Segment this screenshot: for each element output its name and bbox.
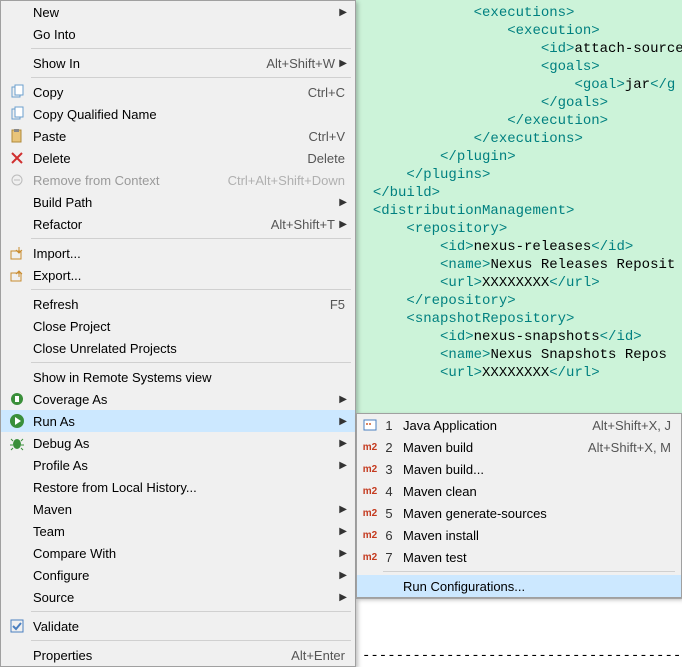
menu-separator bbox=[31, 48, 351, 49]
chevron-right-icon: ▶ bbox=[337, 197, 347, 208]
menu-remove-context: Remove from ContextCtrl+Alt+Shift+Down bbox=[1, 169, 355, 191]
maven-icon: m2 bbox=[359, 508, 381, 519]
chevron-right-icon: ▶ bbox=[337, 394, 347, 405]
chevron-right-icon: ▶ bbox=[337, 592, 347, 603]
menu-restore[interactable]: Restore from Local History... bbox=[1, 476, 355, 498]
editor-line: <name>Nexus Releases Reposit bbox=[356, 256, 682, 274]
submenu-run-configurations[interactable]: Run Configurations... bbox=[357, 575, 681, 597]
chevron-right-icon: ▶ bbox=[337, 504, 347, 515]
submenu-java-app[interactable]: 1 Java Application Alt+Shift+X, J bbox=[357, 414, 681, 436]
editor-line: <url>XXXXXXXX</url> bbox=[356, 274, 682, 292]
menu-coverage-as[interactable]: Coverage As ▶ bbox=[1, 388, 355, 410]
editor-line: </repository> bbox=[356, 292, 682, 310]
copy-icon bbox=[5, 84, 29, 100]
coverage-icon bbox=[5, 391, 29, 407]
editor-line: <url>XXXXXXXX</url> bbox=[356, 364, 682, 382]
menu-import[interactable]: Import... bbox=[1, 242, 355, 264]
menu-configure[interactable]: Configure ▶ bbox=[1, 564, 355, 586]
menu-separator bbox=[383, 571, 675, 572]
editor-line: </plugin> bbox=[356, 148, 682, 166]
paste-icon bbox=[5, 128, 29, 144]
chevron-right-icon: ▶ bbox=[337, 416, 347, 427]
menu-delete[interactable]: DeleteDelete bbox=[1, 147, 355, 169]
editor-line: <goals> bbox=[356, 58, 682, 76]
editor-line: </goals> bbox=[356, 94, 682, 112]
menu-source[interactable]: Source ▶ bbox=[1, 586, 355, 608]
menu-copy-qualified[interactable]: Copy Qualified Name bbox=[1, 103, 355, 125]
maven-icon: m2 bbox=[359, 552, 381, 563]
editor-line: <id>nexus-releases</id> bbox=[356, 238, 682, 256]
menu-validate[interactable]: Validate bbox=[1, 615, 355, 637]
console-divider: -------------------------------------- bbox=[362, 649, 682, 663]
editor-line: </build> bbox=[356, 184, 682, 202]
menu-maven[interactable]: Maven ▶ bbox=[1, 498, 355, 520]
run-as-submenu: 1 Java Application Alt+Shift+X, J m2 2Ma… bbox=[356, 413, 682, 598]
menu-compare-with[interactable]: Compare With ▶ bbox=[1, 542, 355, 564]
menu-show-in[interactable]: Show In Alt+Shift+W ▶ bbox=[1, 52, 355, 74]
editor-line: </executions> bbox=[356, 130, 682, 148]
editor-line: <distributionManagement> bbox=[356, 202, 682, 220]
submenu-maven-generate[interactable]: m2 5Maven generate-sources bbox=[357, 502, 681, 524]
submenu-maven-build-dots[interactable]: m2 3Maven build... bbox=[357, 458, 681, 480]
editor-line: <goal>jar</g bbox=[356, 76, 682, 94]
menu-new[interactable]: New ▶ bbox=[1, 1, 355, 23]
menu-run-as[interactable]: Run As ▶ bbox=[1, 410, 355, 432]
context-menu: New ▶ Go Into Show In Alt+Shift+W ▶ Copy… bbox=[0, 0, 356, 667]
export-icon bbox=[5, 267, 29, 283]
maven-icon: m2 bbox=[359, 486, 381, 497]
validate-icon bbox=[5, 618, 29, 634]
menu-debug-as[interactable]: Debug As ▶ bbox=[1, 432, 355, 454]
menu-properties[interactable]: Properties Alt+Enter bbox=[1, 644, 355, 666]
editor-line: <id>nexus-snapshots</id> bbox=[356, 328, 682, 346]
maven-icon: m2 bbox=[359, 442, 381, 453]
chevron-right-icon: ▶ bbox=[337, 460, 347, 471]
editor-line: </execution> bbox=[356, 112, 682, 130]
menu-show-remote[interactable]: Show in Remote Systems view bbox=[1, 366, 355, 388]
chevron-right-icon: ▶ bbox=[337, 438, 347, 449]
java-icon bbox=[359, 417, 381, 433]
submenu-maven-clean[interactable]: m2 4Maven clean bbox=[357, 480, 681, 502]
editor-line: <executions> bbox=[356, 4, 682, 22]
menu-refresh[interactable]: RefreshF5 bbox=[1, 293, 355, 315]
editor-line: <id>attach-source bbox=[356, 40, 682, 58]
chevron-right-icon: ▶ bbox=[337, 7, 347, 18]
menu-refactor[interactable]: Refactor Alt+Shift+T ▶ bbox=[1, 213, 355, 235]
submenu-maven-build[interactable]: m2 2Maven build Alt+Shift+X, M bbox=[357, 436, 681, 458]
chevron-right-icon: ▶ bbox=[337, 548, 347, 559]
editor-line: <snapshotRepository> bbox=[356, 310, 682, 328]
editor-line: <repository> bbox=[356, 220, 682, 238]
menu-team[interactable]: Team ▶ bbox=[1, 520, 355, 542]
menu-profile-as[interactable]: Profile As ▶ bbox=[1, 454, 355, 476]
menu-build-path[interactable]: Build Path ▶ bbox=[1, 191, 355, 213]
debug-icon bbox=[5, 435, 29, 451]
editor-line: <execution> bbox=[356, 22, 682, 40]
submenu-maven-install[interactable]: m2 6Maven install bbox=[357, 524, 681, 546]
editor-line: </plugins> bbox=[356, 166, 682, 184]
menu-close-unrelated[interactable]: Close Unrelated Projects bbox=[1, 337, 355, 359]
chevron-right-icon: ▶ bbox=[337, 219, 347, 230]
import-icon bbox=[5, 245, 29, 261]
submenu-maven-test[interactable]: m2 7Maven test bbox=[357, 546, 681, 568]
menu-go-into[interactable]: Go Into bbox=[1, 23, 355, 45]
chevron-right-icon: ▶ bbox=[337, 526, 347, 537]
submenu-index: 1 bbox=[381, 418, 397, 433]
maven-icon: m2 bbox=[359, 530, 381, 541]
delete-icon bbox=[5, 150, 29, 166]
remove-icon bbox=[5, 172, 29, 188]
menu-export[interactable]: Export... bbox=[1, 264, 355, 286]
menu-copy[interactable]: CopyCtrl+C bbox=[1, 81, 355, 103]
menu-close-project[interactable]: Close Project bbox=[1, 315, 355, 337]
editor-line: <name>Nexus Snapshots Repos bbox=[356, 346, 682, 364]
chevron-right-icon: ▶ bbox=[337, 570, 347, 581]
copy-icon bbox=[5, 106, 29, 122]
menu-paste[interactable]: PasteCtrl+V bbox=[1, 125, 355, 147]
run-icon bbox=[5, 413, 29, 429]
maven-icon: m2 bbox=[359, 464, 381, 475]
chevron-right-icon: ▶ bbox=[337, 58, 347, 69]
console-output: -------------------------------------- F… bbox=[356, 598, 682, 664]
